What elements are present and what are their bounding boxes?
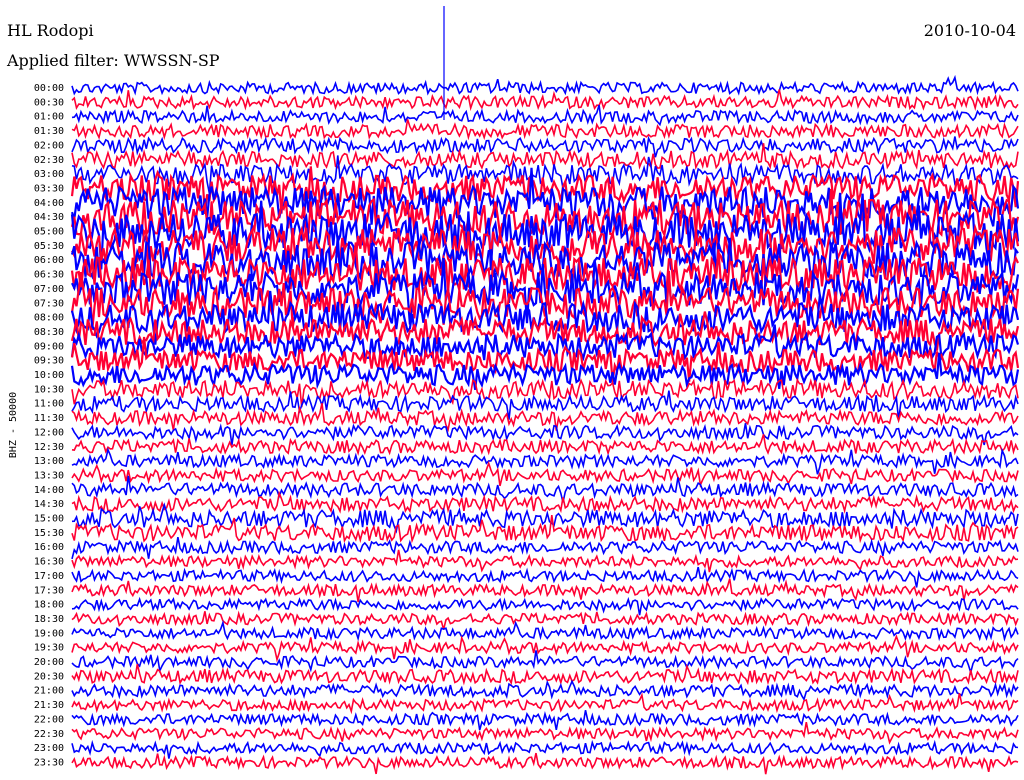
time-tick-label: 15:30 xyxy=(34,528,64,539)
time-tick-label: 03:30 xyxy=(34,183,64,194)
time-tick-label: 18:30 xyxy=(34,614,64,625)
time-tick-label: 18:00 xyxy=(34,600,64,611)
time-tick-label: 03:00 xyxy=(34,169,64,180)
channel-label: BHZ - 50000 xyxy=(8,392,19,458)
time-tick-label: 06:00 xyxy=(34,255,64,266)
time-tick-label: 00:30 xyxy=(34,97,64,108)
trace-row xyxy=(71,752,1019,775)
time-tick-label: 05:30 xyxy=(34,241,64,252)
time-tick-label: 04:30 xyxy=(34,212,64,223)
time-tick-label: 14:30 xyxy=(34,499,64,510)
time-tick-label: 10:30 xyxy=(34,384,64,395)
time-tick-label: 16:00 xyxy=(34,542,64,553)
trace-row xyxy=(71,596,1019,616)
trace-row xyxy=(71,619,1019,642)
time-tick-label: 19:00 xyxy=(34,628,64,639)
time-tick-labels: 00:00 00:30 01:00 01:30 02:00 02:30 03:00 03:30… xyxy=(34,83,64,768)
time-tick-label: 09:30 xyxy=(34,356,64,367)
time-tick-label: 00:00 xyxy=(34,83,64,94)
time-tick-label: 20:00 xyxy=(34,657,64,668)
time-tick-label: 13:30 xyxy=(34,470,64,481)
time-tick-label: 17:00 xyxy=(34,571,64,582)
trace-row xyxy=(71,721,1019,745)
time-tick-label: 20:30 xyxy=(34,671,64,682)
time-tick-label: 12:30 xyxy=(34,442,64,453)
trace-row xyxy=(71,490,1019,515)
time-tick-label: 11:00 xyxy=(34,399,64,410)
time-tick-label: 23:30 xyxy=(34,757,64,768)
time-tick-label: 21:30 xyxy=(34,700,64,711)
time-tick-label: 16:30 xyxy=(34,557,64,568)
trace-row xyxy=(71,610,1019,630)
time-tick-label: 11:30 xyxy=(34,413,64,424)
trace-row xyxy=(71,634,1019,663)
trace-row xyxy=(71,663,1019,686)
time-tick-label: 12:00 xyxy=(34,427,64,438)
trace-row xyxy=(71,475,1019,503)
time-tick-label: 22:00 xyxy=(34,714,64,725)
time-tick-label: 01:00 xyxy=(34,112,64,123)
time-tick-label: 06:30 xyxy=(34,270,64,281)
time-tick-label: 07:00 xyxy=(34,284,64,295)
time-tick-label: 05:00 xyxy=(34,227,64,238)
trace-row xyxy=(71,403,1019,433)
time-tick-label: 02:30 xyxy=(34,155,64,166)
time-tick-label: 09:00 xyxy=(34,341,64,352)
time-tick-label: 17:30 xyxy=(34,585,64,596)
time-tick-label: 19:30 xyxy=(34,643,64,654)
time-tick-label: 10:00 xyxy=(34,370,64,381)
time-tick-label: 14:00 xyxy=(34,485,64,496)
trace-row xyxy=(71,536,1019,560)
time-tick-label: 23:00 xyxy=(34,743,64,754)
time-tick-label: 15:00 xyxy=(34,514,64,525)
time-tick-label: 02:00 xyxy=(34,140,64,151)
time-tick-label: 08:00 xyxy=(34,313,64,324)
trace-row xyxy=(71,739,1019,759)
trace-row xyxy=(71,74,1019,96)
time-tick-label: 21:00 xyxy=(34,686,64,697)
trace-group xyxy=(70,6,1020,775)
time-tick-label: 22:30 xyxy=(34,729,64,740)
helicorder-plot: 00:00 00:30 01:00 01:30 02:00 02:30 03:00 03:30… xyxy=(8,6,1020,775)
trace-row xyxy=(71,710,1019,731)
trace-row xyxy=(71,692,1019,715)
time-tick-label: 01:30 xyxy=(34,126,64,137)
time-tick-label: 08:30 xyxy=(34,327,64,338)
time-tick-label: 04:00 xyxy=(34,198,64,209)
trace-row xyxy=(71,679,1019,702)
time-tick-label: 07:30 xyxy=(34,298,64,309)
time-tick-label: 13:00 xyxy=(34,456,64,467)
